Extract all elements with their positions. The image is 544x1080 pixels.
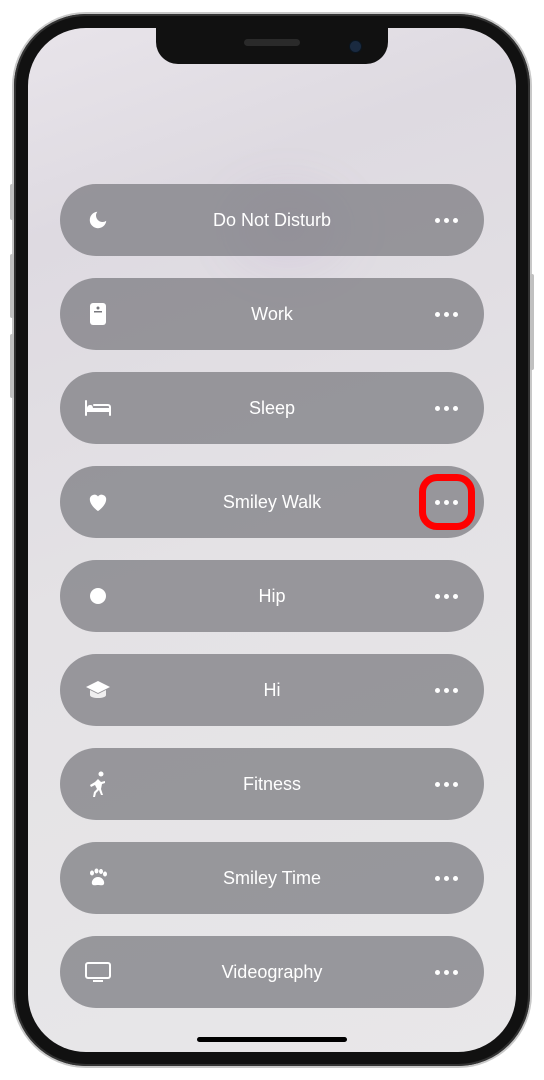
- focus-mode-hi[interactable]: Hi: [60, 654, 484, 726]
- ellipsis-icon: [435, 500, 458, 505]
- screen-notch: [156, 28, 388, 64]
- heart-icon: [82, 486, 114, 518]
- more-options-button[interactable]: [430, 580, 462, 612]
- ellipsis-icon: [435, 782, 458, 787]
- speaker-grille: [244, 39, 300, 46]
- phone-device-frame: Do Not Disturb Work Slee: [14, 14, 530, 1066]
- front-camera: [349, 40, 362, 53]
- focus-mode-hip[interactable]: Hip: [60, 560, 484, 632]
- focus-mode-label: Hi: [114, 680, 430, 701]
- focus-mode-label: Smiley Walk: [114, 492, 430, 513]
- running-icon: [82, 768, 114, 800]
- phone-screen: Do Not Disturb Work Slee: [28, 28, 516, 1052]
- moon-icon: [82, 204, 114, 236]
- home-indicator[interactable]: [197, 1037, 347, 1042]
- side-button: [530, 274, 534, 370]
- ellipsis-icon: [435, 312, 458, 317]
- display-icon: [82, 956, 114, 988]
- ellipsis-icon: [435, 688, 458, 693]
- more-options-button[interactable]: [430, 392, 462, 424]
- paw-icon: [82, 862, 114, 894]
- bed-icon: [82, 392, 114, 424]
- focus-mode-work[interactable]: Work: [60, 278, 484, 350]
- focus-mode-label: Work: [114, 304, 430, 325]
- focus-mode-label: Fitness: [114, 774, 430, 795]
- focus-mode-dnd[interactable]: Do Not Disturb: [60, 184, 484, 256]
- focus-mode-smiley-time[interactable]: Smiley Time: [60, 842, 484, 914]
- more-options-button[interactable]: [430, 486, 462, 518]
- more-options-button[interactable]: [430, 204, 462, 236]
- ellipsis-icon: [435, 406, 458, 411]
- graduation-icon: [82, 674, 114, 706]
- ellipsis-icon: [435, 876, 458, 881]
- focus-mode-videography[interactable]: Videography: [60, 936, 484, 1008]
- more-options-button[interactable]: [430, 298, 462, 330]
- focus-mode-label: Videography: [114, 962, 430, 983]
- more-options-button[interactable]: [430, 674, 462, 706]
- more-options-button[interactable]: [430, 768, 462, 800]
- more-options-button[interactable]: [430, 956, 462, 988]
- volume-down-button: [10, 334, 14, 398]
- focus-mode-label: Do Not Disturb: [114, 210, 430, 231]
- focus-mode-list: Do Not Disturb Work Slee: [28, 28, 516, 1052]
- ellipsis-icon: [435, 970, 458, 975]
- volume-up-button: [10, 254, 14, 318]
- badge-icon: [82, 298, 114, 330]
- focus-mode-label: Smiley Time: [114, 868, 430, 889]
- focus-mode-fitness[interactable]: Fitness: [60, 748, 484, 820]
- focus-mode-sleep[interactable]: Sleep: [60, 372, 484, 444]
- mute-switch: [10, 184, 14, 220]
- more-options-button[interactable]: [430, 862, 462, 894]
- focus-mode-label: Sleep: [114, 398, 430, 419]
- focus-mode-label: Hip: [114, 586, 430, 607]
- circle-icon: [82, 580, 114, 612]
- ellipsis-icon: [435, 218, 458, 223]
- focus-mode-smiley-walk[interactable]: Smiley Walk: [60, 466, 484, 538]
- ellipsis-icon: [435, 594, 458, 599]
